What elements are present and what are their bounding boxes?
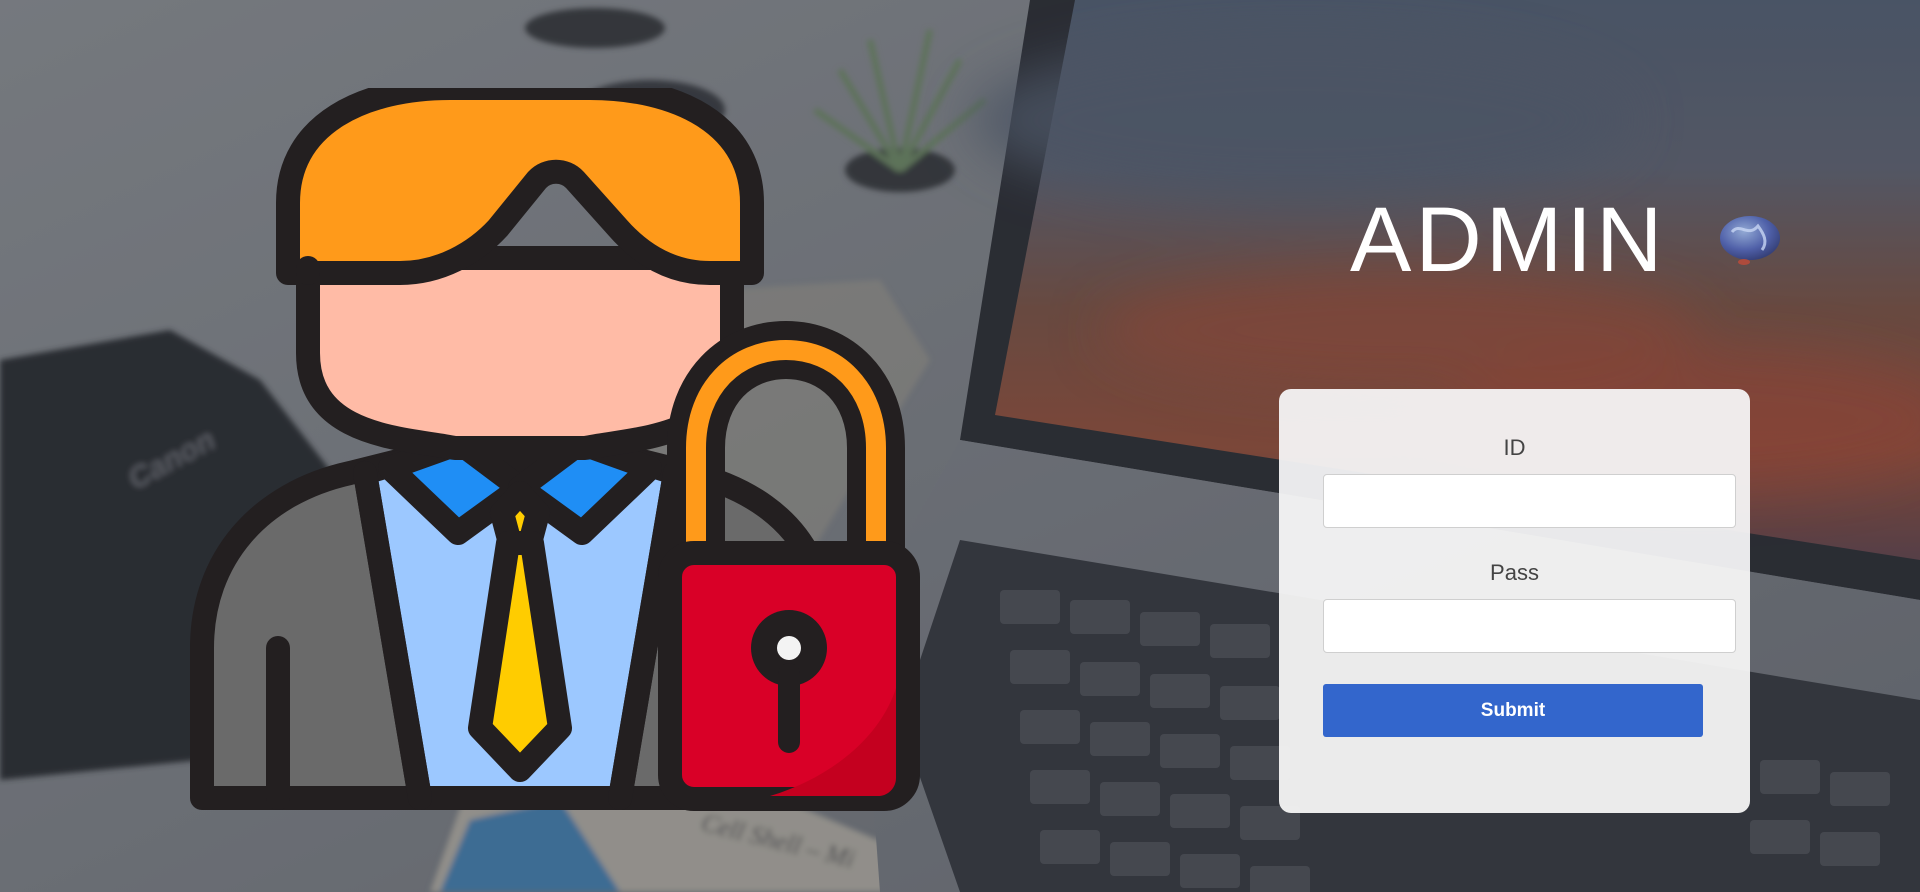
admin-login-page: Canon Cell Shell – Mi ADMIN ID Pass Subm…	[0, 0, 1920, 892]
page-title: ADMIN	[1350, 189, 1667, 291]
id-field-label: ID	[1503, 435, 1526, 460]
globe-icon	[1720, 216, 1780, 265]
id-input[interactable]	[1323, 474, 1736, 528]
pass-field-label: Pass	[1490, 560, 1539, 585]
login-form: ID Pass Submit	[1279, 389, 1750, 813]
submit-button[interactable]: Submit	[1323, 684, 1703, 737]
admin-person-with-padlock-icon	[190, 88, 920, 811]
pass-input[interactable]	[1323, 599, 1736, 653]
